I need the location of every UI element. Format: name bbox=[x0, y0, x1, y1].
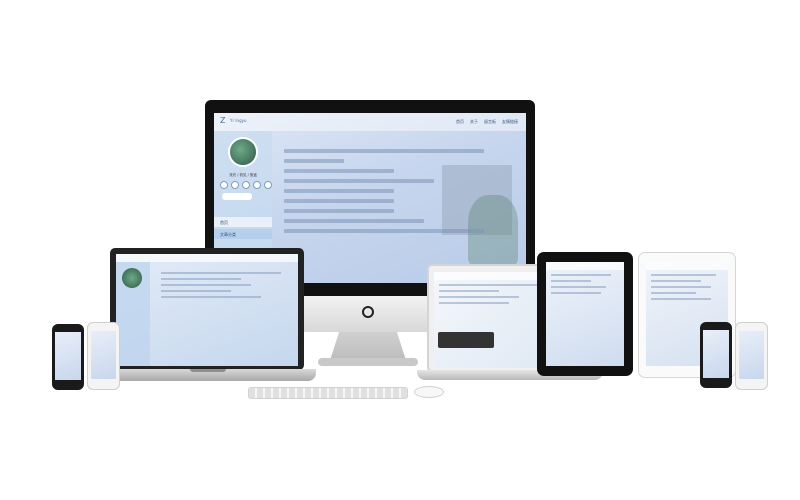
social-icon[interactable] bbox=[264, 181, 272, 189]
nav-link-home[interactable]: 首页 bbox=[456, 119, 464, 125]
site-logo-text[interactable]: Yr Ingyu bbox=[230, 118, 247, 123]
laptop-left-content bbox=[156, 268, 292, 302]
content-line bbox=[551, 292, 601, 294]
tablet-black-screen bbox=[546, 262, 624, 366]
keyboard bbox=[248, 387, 408, 399]
phone-white-left-screen bbox=[91, 331, 116, 379]
desktop-monitor-stand bbox=[330, 332, 406, 360]
site-navbar: Z Yr Ingyu 首页 关于 留言板 友情链接 bbox=[214, 113, 526, 131]
content-line bbox=[551, 280, 591, 282]
nav-link-friends[interactable]: 友情链接 bbox=[502, 119, 518, 125]
content-line bbox=[439, 296, 519, 298]
content-line bbox=[161, 290, 231, 292]
sidebar-item-categories[interactable]: 文章分类 bbox=[214, 229, 272, 239]
phone-black-left-screen bbox=[55, 332, 81, 380]
content-line bbox=[284, 179, 434, 183]
tablet-white-navbar bbox=[646, 262, 728, 270]
content-line bbox=[284, 169, 394, 173]
social-icon[interactable] bbox=[231, 181, 239, 189]
nav-links: 首页 关于 留言板 友情链接 bbox=[456, 119, 518, 125]
sidebar-item-home[interactable]: 首页 bbox=[214, 217, 272, 227]
content-text-block bbox=[284, 149, 514, 239]
content-line bbox=[161, 272, 281, 274]
phone-white-right-screen bbox=[739, 331, 764, 379]
tablet-black-navbar bbox=[546, 262, 624, 270]
monitor-logo-icon bbox=[362, 306, 374, 318]
site-logo-icon[interactable]: Z bbox=[220, 116, 225, 125]
content-line bbox=[284, 229, 484, 233]
content-line bbox=[651, 274, 716, 276]
content-line bbox=[284, 219, 424, 223]
laptop-left-sidebar bbox=[116, 262, 150, 366]
social-icons bbox=[220, 181, 272, 189]
content-line bbox=[284, 209, 394, 213]
content-line bbox=[161, 278, 241, 280]
sidebar-name: 流光 / 初见 / 旅途 bbox=[229, 173, 257, 177]
social-icon[interactable] bbox=[220, 181, 228, 189]
phone-black-right-screen bbox=[703, 330, 729, 378]
content-line bbox=[284, 189, 394, 193]
content-line bbox=[439, 302, 509, 304]
content-line bbox=[284, 199, 394, 203]
content-line bbox=[551, 274, 611, 276]
content-line bbox=[284, 159, 344, 163]
content-line bbox=[551, 286, 606, 288]
content-line bbox=[161, 296, 261, 298]
laptop-left-navbar bbox=[116, 254, 298, 262]
music-player[interactable] bbox=[438, 332, 494, 348]
nav-link-about[interactable]: 关于 bbox=[470, 119, 478, 125]
search-input[interactable] bbox=[222, 193, 252, 200]
desktop-monitor-foot bbox=[318, 358, 418, 366]
nav-link-guestbook[interactable]: 留言板 bbox=[484, 119, 496, 125]
avatar[interactable] bbox=[228, 137, 258, 167]
laptop-left-screen bbox=[116, 254, 298, 366]
avatar bbox=[122, 268, 142, 288]
mouse bbox=[414, 386, 444, 398]
content-line bbox=[651, 280, 701, 282]
social-icon[interactable] bbox=[253, 181, 261, 189]
content-line bbox=[651, 286, 711, 288]
content-line bbox=[439, 290, 499, 292]
content-line bbox=[439, 284, 549, 286]
laptop-left-notch bbox=[190, 369, 226, 372]
content-line bbox=[651, 298, 711, 300]
content-line bbox=[284, 149, 484, 153]
content-line bbox=[651, 292, 696, 294]
content-line bbox=[161, 284, 251, 286]
social-icon[interactable] bbox=[242, 181, 250, 189]
